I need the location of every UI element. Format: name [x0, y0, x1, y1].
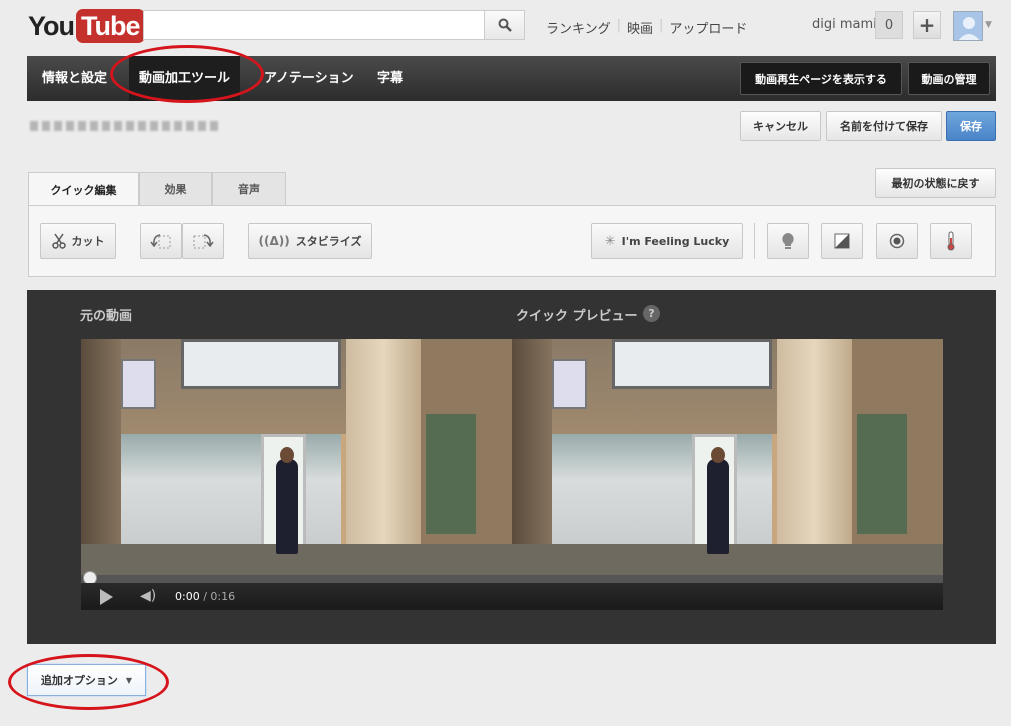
feeling-lucky-label: I'm Feeling Lucky [621, 234, 730, 248]
tab-effects[interactable]: 効果 [139, 172, 212, 205]
tab-captions[interactable]: 字幕 [377, 56, 403, 101]
search-input[interactable] [143, 10, 485, 40]
thermometer-icon [947, 231, 955, 251]
trim-button[interactable]: カット [40, 223, 116, 259]
saturation-icon [889, 233, 905, 249]
magic-wand-icon: ✳ [604, 233, 616, 249]
time-current: 0:00 [175, 590, 200, 603]
volume-icon[interactable]: ◀) [140, 588, 156, 604]
scissors-icon [51, 233, 66, 249]
original-video-label: 元の動画 [80, 309, 133, 324]
plus-icon[interactable]: + [913, 11, 941, 39]
color-temperature-button[interactable] [930, 223, 972, 259]
logo-tube: Tube [76, 9, 145, 43]
video-title-redacted [30, 118, 218, 134]
nav-upload[interactable]: アップロード [663, 18, 753, 37]
video-progress-bar[interactable] [81, 575, 943, 583]
quick-preview-label: クイック プレビュー [516, 309, 638, 324]
rotate-left-button[interactable] [140, 223, 182, 259]
tab-audio[interactable]: 音声 [212, 172, 286, 205]
time-separator: / [199, 590, 211, 603]
contrast-button[interactable] [821, 223, 863, 259]
more-options-label: 追加オプション [40, 674, 118, 687]
rotate-right-icon [193, 234, 214, 249]
nav-movies[interactable]: 映画 [621, 18, 659, 37]
save-button[interactable]: 保存 [946, 111, 996, 141]
tab-annotations[interactable]: アノテーション [264, 56, 354, 101]
rotate-right-button[interactable] [182, 223, 224, 259]
help-icon[interactable]: ? [643, 305, 660, 322]
toolbar-divider [754, 223, 755, 259]
youtube-logo[interactable]: You Tube [28, 8, 145, 44]
revert-to-original-button[interactable]: 最初の状態に戻す [875, 168, 996, 198]
play-icon[interactable] [100, 589, 113, 605]
top-nav: ランキング | 映画 | アップロード [540, 18, 753, 37]
logo-you: You [28, 10, 75, 41]
preview-video-frame[interactable] [512, 339, 943, 575]
contrast-icon [834, 233, 850, 249]
more-options-button[interactable]: 追加オプション ▼ [27, 664, 146, 696]
notification-count[interactable]: 0 [875, 11, 903, 39]
cancel-button[interactable]: キャンセル [740, 111, 821, 141]
avatar[interactable] [953, 11, 983, 41]
video-manager-button[interactable]: 動画の管理 [908, 62, 990, 95]
user-name[interactable]: digi mami [812, 17, 877, 32]
lightbulb-icon [782, 233, 794, 249]
stabilize-icon: ((ᐃ)) [258, 234, 290, 248]
saturation-button[interactable] [876, 223, 918, 259]
tab-info-settings[interactable]: 情報と設定 [42, 56, 107, 101]
stabilize-button[interactable]: ((ᐃ)) スタビライズ [248, 223, 372, 259]
rotate-left-icon [150, 234, 171, 249]
nav-ranking[interactable]: ランキング [540, 18, 617, 37]
fill-light-button[interactable] [767, 223, 809, 259]
editor-tabbar: 情報と設定 動画加工ツール アノテーション 字幕 動画再生ページを表示する 動画… [27, 56, 996, 101]
tab-enhancements[interactable]: 動画加工ツール [129, 56, 241, 101]
tab-quick-fixes[interactable]: クイック編集 [28, 172, 139, 206]
search-icon [498, 18, 512, 32]
stabilize-label: スタビライズ [295, 235, 362, 248]
original-video-frame[interactable] [81, 339, 512, 575]
caret-down-icon: ▼ [125, 675, 133, 685]
avatar-silhouette-icon [958, 17, 980, 40]
time-total: 0:16 [210, 590, 236, 603]
save-as-button[interactable]: 名前を付けて保存 [826, 111, 942, 141]
time-display: 0:00 / 0:16 [175, 590, 235, 603]
search-button[interactable] [485, 10, 525, 40]
trim-label: カット [71, 235, 105, 248]
feeling-lucky-button[interactable]: ✳ I'm Feeling Lucky [591, 223, 743, 259]
chevron-down-icon[interactable]: ▼ [985, 20, 992, 30]
view-watch-page-button[interactable]: 動画再生ページを表示する [740, 62, 902, 95]
